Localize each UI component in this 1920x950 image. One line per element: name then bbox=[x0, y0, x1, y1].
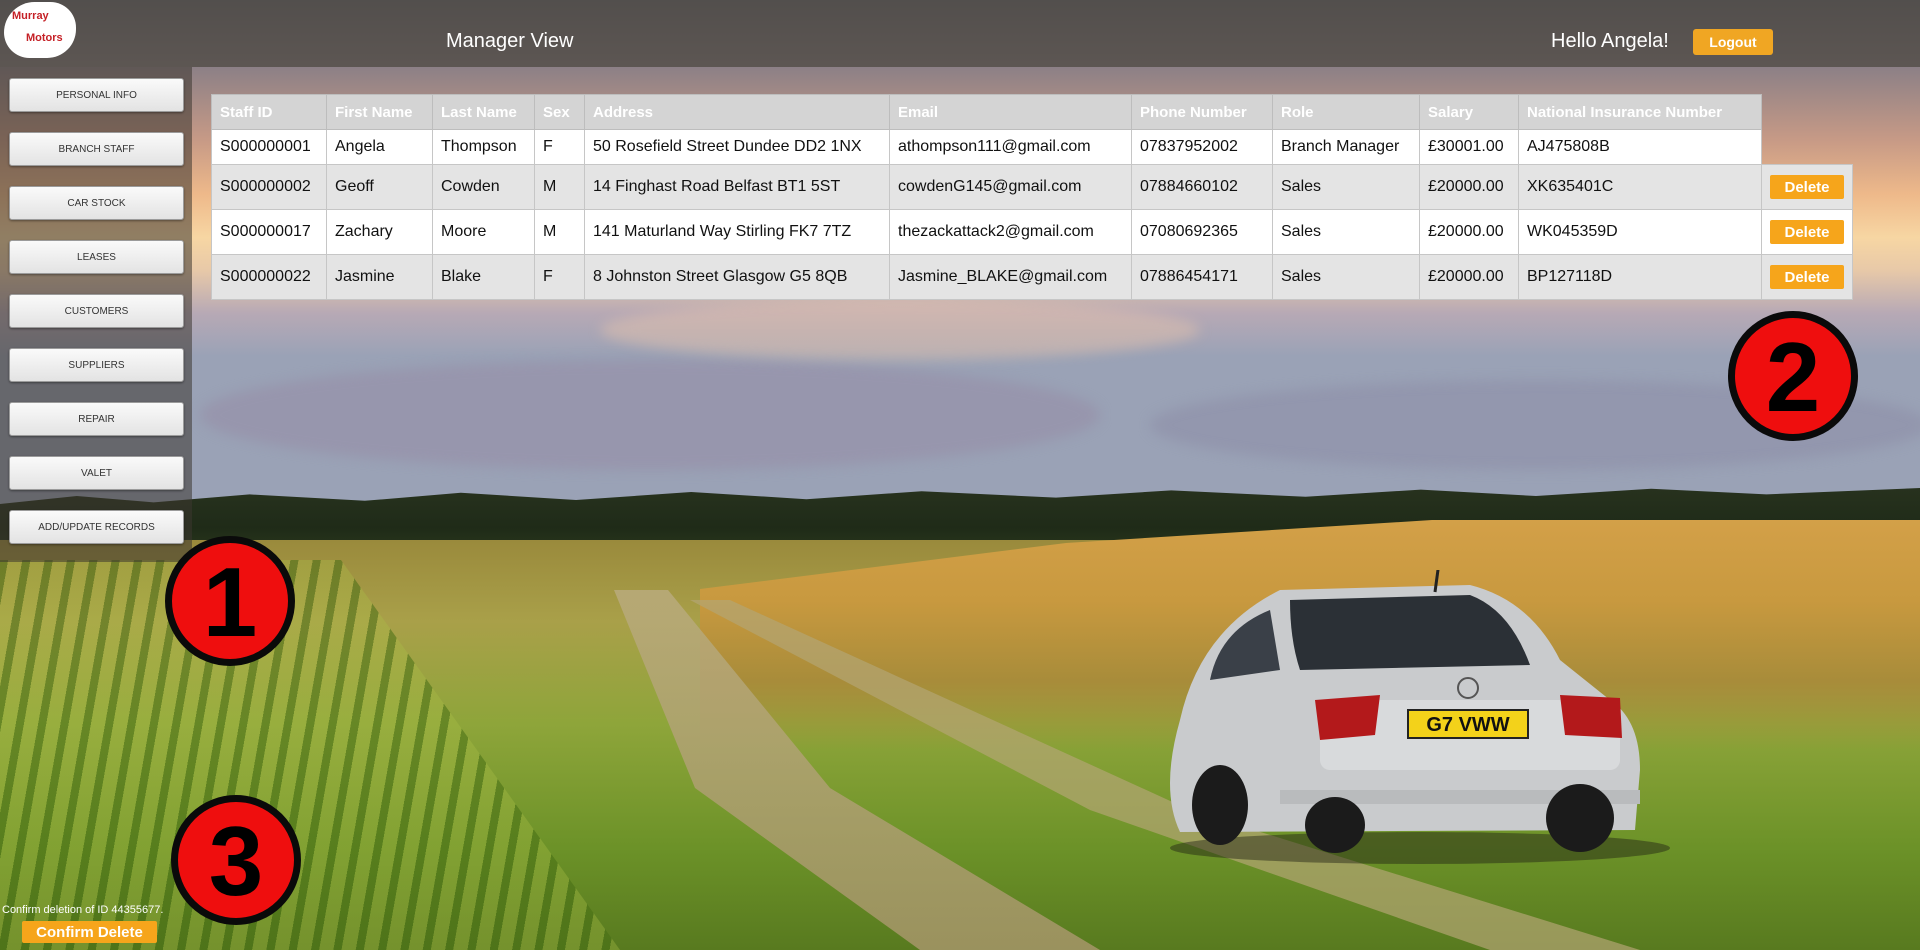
cell-phone: 07837952002 bbox=[1131, 129, 1273, 165]
cell-address: 50 Rosefield Street Dundee DD2 1NX bbox=[584, 129, 890, 165]
cell-ni-number: BP127118D bbox=[1518, 254, 1762, 300]
column-header: Staff ID bbox=[211, 94, 327, 130]
cloud bbox=[600, 300, 1200, 360]
confirm-delete-message: Confirm deletion of ID 44355677. bbox=[2, 904, 164, 916]
annotation-marker-3: 3 bbox=[171, 795, 301, 925]
cell-phone: 07080692365 bbox=[1131, 209, 1273, 255]
cell-sex: M bbox=[534, 164, 585, 210]
sidebar-item-car-stock[interactable]: CAR STOCK bbox=[9, 186, 184, 220]
cell-sex: F bbox=[534, 129, 585, 165]
column-header: Sex bbox=[534, 94, 585, 130]
cell-action: Delete bbox=[1761, 164, 1853, 210]
sidebar: PERSONAL INFO BRANCH STAFF CAR STOCK LEA… bbox=[0, 67, 192, 562]
table-header-row: Staff ID First Name Last Name Sex Addres… bbox=[211, 94, 1853, 130]
cell-phone: 07884660102 bbox=[1131, 164, 1273, 210]
delete-button[interactable]: Delete bbox=[1770, 265, 1844, 289]
sidebar-item-customers[interactable]: CUSTOMERS bbox=[9, 294, 184, 328]
cell-sex: M bbox=[534, 209, 585, 255]
logo-text-motors: Motors bbox=[26, 32, 63, 44]
cell-staff-id: S000000017 bbox=[211, 209, 327, 255]
top-header: Murray Motors Manager View Hello Angela!… bbox=[0, 0, 1920, 67]
cell-staff-id: S000000022 bbox=[211, 254, 327, 300]
column-header: Last Name bbox=[432, 94, 535, 130]
cell-address: 8 Johnston Street Glasgow G5 8QB bbox=[584, 254, 890, 300]
column-header: First Name bbox=[326, 94, 433, 130]
sidebar-item-valet[interactable]: VALET bbox=[9, 456, 184, 490]
cell-action: Delete bbox=[1761, 209, 1853, 255]
cell-ni-number: XK635401C bbox=[1518, 164, 1762, 210]
cell-last-name: Blake bbox=[432, 254, 535, 300]
cell-last-name: Thompson bbox=[432, 129, 535, 165]
cell-first-name: Geoff bbox=[326, 164, 433, 210]
cell-first-name: Zachary bbox=[326, 209, 433, 255]
sidebar-item-repair[interactable]: REPAIR bbox=[9, 402, 184, 436]
cell-first-name: Angela bbox=[326, 129, 433, 165]
cell-role: Sales bbox=[1272, 209, 1420, 255]
page-title: Manager View bbox=[446, 30, 574, 52]
cell-staff-id: S000000001 bbox=[211, 129, 327, 165]
cell-ni-number: AJ475808B bbox=[1518, 129, 1762, 165]
column-header: Salary bbox=[1419, 94, 1519, 130]
cell-address: 14 Finghast Road Belfast BT1 5ST bbox=[584, 164, 890, 210]
staff-table: Staff ID First Name Last Name Sex Addres… bbox=[211, 94, 1853, 300]
logout-button[interactable]: Logout bbox=[1693, 29, 1773, 55]
sidebar-item-personal-info[interactable]: PERSONAL INFO bbox=[9, 78, 184, 112]
cell-staff-id: S000000002 bbox=[211, 164, 327, 210]
cell-phone: 07886454171 bbox=[1131, 254, 1273, 300]
cell-action: Delete bbox=[1761, 254, 1853, 300]
cell-role: Sales bbox=[1272, 254, 1420, 300]
delete-button[interactable]: Delete bbox=[1770, 220, 1844, 244]
cell-role: Branch Manager bbox=[1272, 129, 1420, 165]
column-header: Address bbox=[584, 94, 890, 130]
cell-sex: F bbox=[534, 254, 585, 300]
cell-salary: £20000.00 bbox=[1419, 209, 1519, 255]
sidebar-item-add-update-records[interactable]: ADD/UPDATE RECORDS bbox=[9, 510, 184, 544]
annotation-marker-1: 1 bbox=[165, 536, 295, 666]
cell-salary: £30001.00 bbox=[1419, 129, 1519, 165]
cell-salary: £20000.00 bbox=[1419, 254, 1519, 300]
user-greeting: Hello Angela! bbox=[1551, 30, 1669, 52]
cell-email: Jasmine_BLAKE@gmail.com bbox=[889, 254, 1132, 300]
column-header: National Insurance Number bbox=[1518, 94, 1762, 130]
license-plate: G7 VWW bbox=[1426, 714, 1509, 736]
cloud bbox=[200, 360, 1100, 470]
murray-motors-logo[interactable]: Murray Motors bbox=[4, 2, 76, 58]
sidebar-item-suppliers[interactable]: SUPPLIERS bbox=[9, 348, 184, 382]
column-header: Role bbox=[1272, 94, 1420, 130]
logo-text-murray: Murray bbox=[12, 10, 49, 22]
cell-salary: £20000.00 bbox=[1419, 164, 1519, 210]
sidebar-item-branch-staff[interactable]: BRANCH STAFF bbox=[9, 132, 184, 166]
cell-ni-number: WK045359D bbox=[1518, 209, 1762, 255]
cell-last-name: Moore bbox=[432, 209, 535, 255]
column-header: Email bbox=[889, 94, 1132, 130]
annotation-marker-2: 2 bbox=[1728, 311, 1858, 441]
confirm-delete-button[interactable]: Confirm Delete bbox=[22, 921, 157, 943]
cell-email: cowdenG145@gmail.com bbox=[889, 164, 1132, 210]
table-row: S000000001 Angela Thompson F 50 Rosefiel… bbox=[211, 129, 1853, 165]
car-image: G7 VWW bbox=[1170, 570, 1670, 864]
sidebar-item-leases[interactable]: LEASES bbox=[9, 240, 184, 274]
cell-role: Sales bbox=[1272, 164, 1420, 210]
delete-button[interactable]: Delete bbox=[1770, 175, 1844, 199]
cell-email: thezackattack2@gmail.com bbox=[889, 209, 1132, 255]
table-row: S000000002 Geoff Cowden M 14 Finghast Ro… bbox=[211, 164, 1853, 210]
cell-address: 141 Maturland Way Stirling FK7 7TZ bbox=[584, 209, 890, 255]
cell-last-name: Cowden bbox=[432, 164, 535, 210]
cell-first-name: Jasmine bbox=[326, 254, 433, 300]
table-row: S000000022 Jasmine Blake F 8 Johnston St… bbox=[211, 254, 1853, 300]
table-row: S000000017 Zachary Moore M 141 Maturland… bbox=[211, 209, 1853, 255]
column-header: Phone Number bbox=[1131, 94, 1273, 130]
cell-email: athompson111@gmail.com bbox=[889, 129, 1132, 165]
